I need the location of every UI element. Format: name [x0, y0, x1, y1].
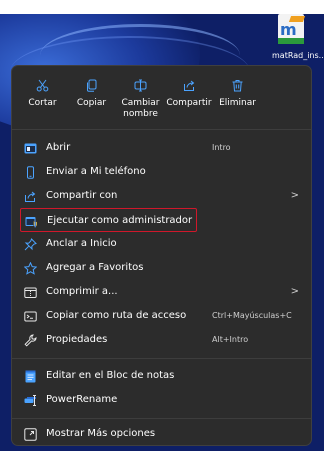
menu-item-label: Enviar a Mi teléfono — [46, 166, 146, 177]
menu-item-shortcut: Ctrl+Mayúsculas+C — [212, 311, 292, 320]
menu-item-show-more-options[interactable]: Mostrar Más opciones — [16, 422, 307, 445]
menu-item-share-with[interactable]: Compartir con > — [16, 184, 307, 208]
share-icon — [182, 78, 196, 92]
menu-item-send-to-phone[interactable]: Enviar a Mi teléfono — [16, 160, 307, 184]
share-label: Compartir — [166, 98, 212, 108]
menu-item-shortcut: Intro — [212, 143, 231, 152]
rename-label: Cambiar nombre — [121, 98, 160, 119]
cut-button[interactable]: Cortar — [18, 66, 67, 128]
desktop-file-label: matRad_ins... — [272, 51, 324, 60]
menu-item-label: Abrir — [46, 142, 71, 153]
menu-item-label: Copiar como ruta de acceso — [46, 310, 187, 321]
menu-item-label: Compartir con — [46, 190, 118, 201]
menu-item-shortcut: Alt+Intro — [212, 335, 249, 344]
rename-icon — [134, 78, 148, 92]
wrench-icon — [23, 333, 37, 347]
notepad-icon — [23, 369, 37, 383]
menu-item-label: Anclar a Inicio — [46, 238, 117, 249]
trash-icon — [231, 78, 245, 92]
copy-button[interactable]: Copiar — [67, 66, 116, 128]
phone-icon — [23, 165, 37, 179]
menu-item-label: Comprimir a... — [46, 286, 118, 297]
share-button[interactable]: Compartir — [165, 66, 213, 128]
menu-item-label: Propiedades — [46, 334, 108, 345]
cut-label: Cortar — [28, 98, 57, 108]
app-window-icon — [23, 141, 37, 155]
scissors-icon — [36, 78, 50, 92]
toolbar-divider — [12, 129, 311, 130]
menu-divider — [12, 418, 311, 419]
rename-button[interactable]: Cambiar nombre — [116, 66, 165, 128]
menu-item-label: Agregar a Favoritos — [46, 262, 144, 273]
menu-item-add-to-favorites[interactable]: Agregar a Favoritos — [16, 256, 307, 280]
menu-item-copy-as-path[interactable]: Copiar como ruta de acceso Ctrl+Mayúscul… — [16, 304, 307, 328]
menu-item-label: Ejecutar como administrador — [47, 215, 193, 226]
pin-icon — [23, 237, 37, 251]
archive-icon — [23, 285, 37, 299]
menu-item-run-as-admin[interactable]: Ejecutar como administrador — [20, 208, 197, 232]
context-menu: Cortar Copiar Cambiar nombre Compartir E… — [11, 65, 312, 446]
chevron-right-icon: > — [290, 286, 299, 297]
admin-shield-icon — [24, 214, 38, 228]
menu-item-open[interactable]: Abrir Intro — [16, 136, 307, 160]
menu-item-properties[interactable]: Propiedades Alt+Intro — [16, 328, 307, 352]
menu-item-edit-in-notepad[interactable]: Editar en el Bloc de notas — [16, 364, 307, 388]
share-with-icon — [23, 189, 37, 203]
chevron-right-icon: > — [290, 190, 299, 201]
copy-label: Copiar — [76, 98, 107, 108]
path-copy-icon — [23, 309, 37, 323]
powerrename-icon — [23, 393, 37, 407]
star-icon — [23, 261, 37, 275]
menu-item-powerrename[interactable]: PowerRename — [16, 388, 307, 412]
context-menu-toolbar: Cortar Copiar Cambiar nombre Compartir E… — [12, 66, 311, 128]
matrad-installer-icon: m — [278, 14, 306, 44]
copy-icon — [85, 78, 99, 92]
menu-item-label: Mostrar Más opciones — [46, 428, 156, 439]
menu-item-label: PowerRename — [46, 394, 118, 405]
menu-divider — [12, 358, 311, 359]
delete-label: Eliminar — [219, 98, 256, 108]
delete-button[interactable]: Eliminar — [213, 66, 262, 128]
menu-item-label: Editar en el Bloc de notas — [46, 370, 175, 381]
more-options-icon — [23, 427, 37, 441]
menu-item-pin-to-start[interactable]: Anclar a Inicio — [16, 232, 307, 256]
menu-item-compress-to[interactable]: Comprimir a... > — [16, 280, 307, 304]
